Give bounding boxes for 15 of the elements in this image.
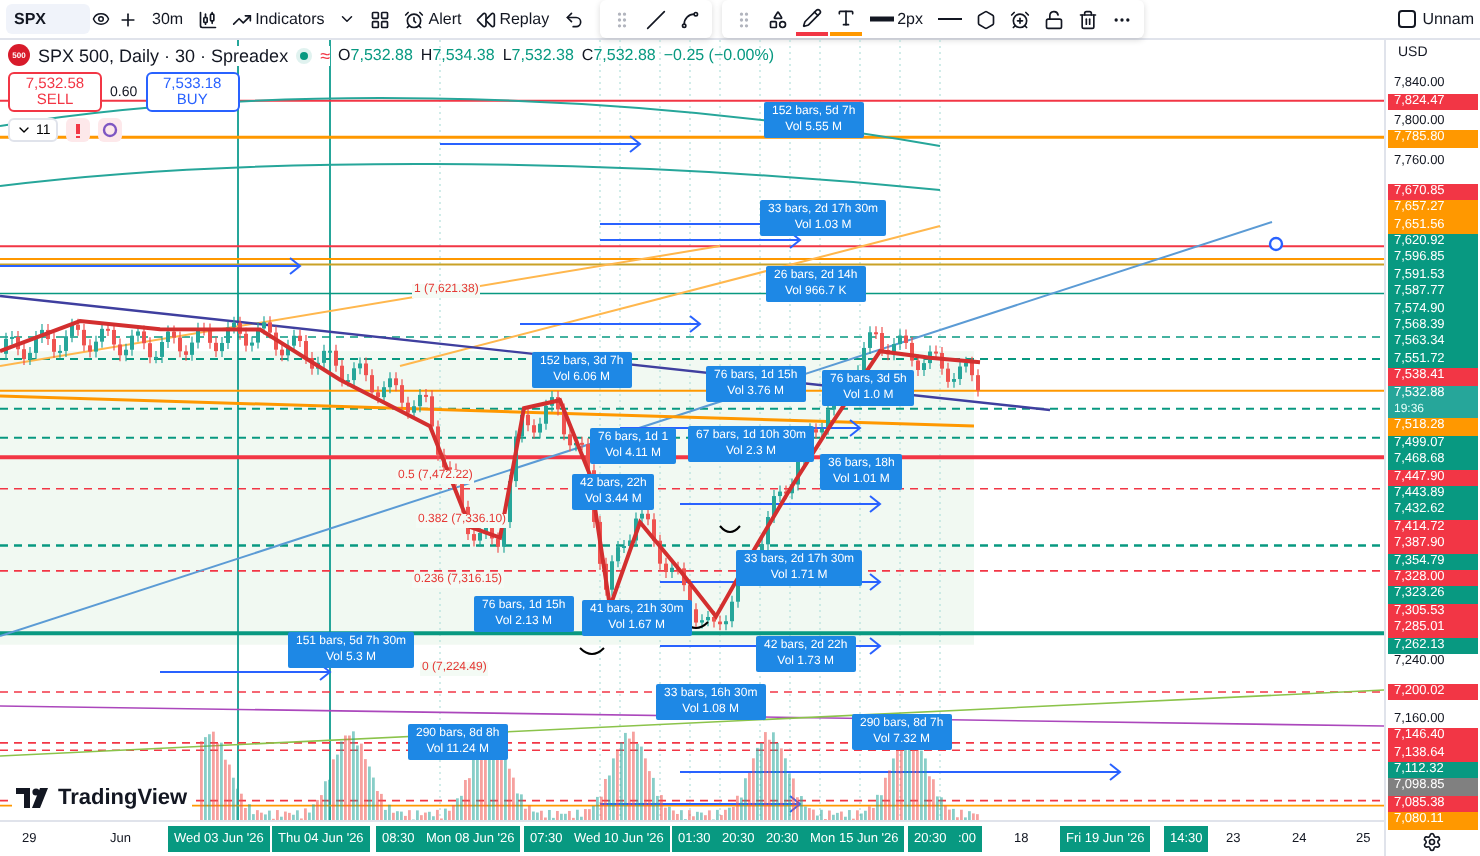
interval-button[interactable]: 30m bbox=[146, 3, 190, 35]
ohlc-value: C7,532.88 bbox=[581, 46, 656, 64]
approx-sign: ≈ bbox=[320, 45, 331, 65]
replay-button[interactable]: Replay bbox=[469, 3, 556, 35]
width-button[interactable]: 2px bbox=[863, 3, 930, 35]
layout-checkbox[interactable]: Unnam bbox=[1398, 10, 1474, 28]
price-change: −0.25 (−0.00%) bbox=[663, 46, 774, 64]
ohlc-value: O7,532.88 bbox=[338, 46, 413, 64]
symbol-search-field[interactable]: SPX bbox=[6, 4, 90, 34]
symbol-title: SPX 500, Daily · 30 · Spreadex bbox=[38, 45, 289, 65]
brand-name: TradingView bbox=[58, 786, 188, 810]
ohlc-value: H7,534.38 bbox=[420, 46, 495, 64]
ohlc-value: L7,532.38 bbox=[502, 46, 574, 64]
alert-button[interactable]: Alert bbox=[398, 3, 468, 35]
indicators-button[interactable]: Indicators bbox=[225, 3, 331, 35]
